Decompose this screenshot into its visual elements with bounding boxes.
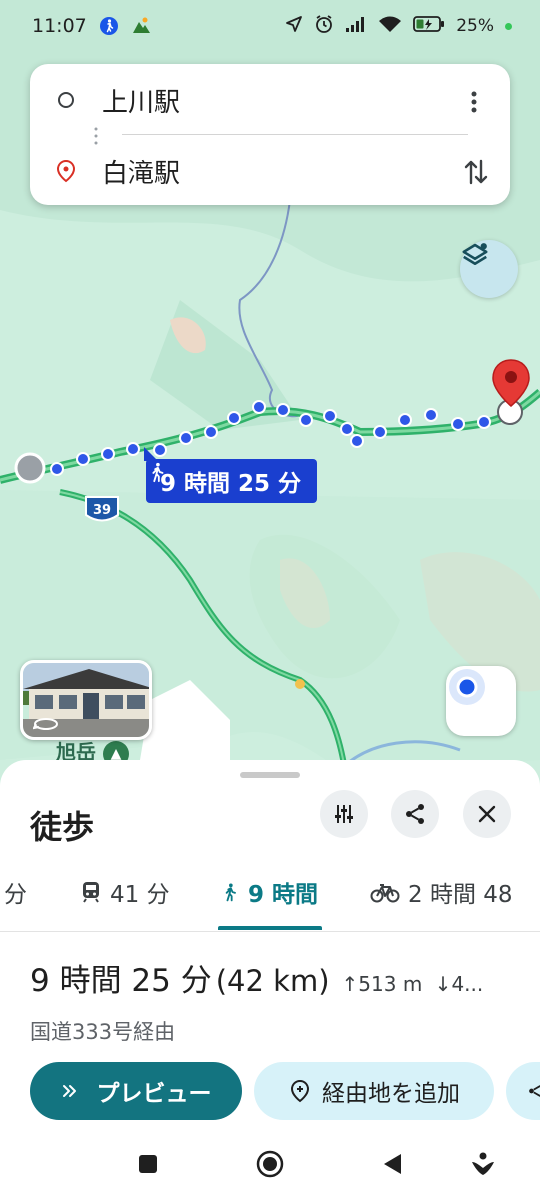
more-vert-icon <box>471 91 477 113</box>
close-icon <box>478 805 496 823</box>
tab-drive[interactable]: 分 <box>4 872 27 912</box>
route-via: 国道333号経由 <box>30 1020 176 1044</box>
battery-percent: 25% <box>456 16 494 36</box>
travel-mode-title: 徒歩 <box>30 808 95 846</box>
route-duration-label[interactable]: 9 時間 25 分 <box>144 447 318 503</box>
travel-mode-tabs: 分 41 分 9 時間 2 時間 48 <box>0 860 540 932</box>
route-options-button[interactable] <box>320 790 368 838</box>
home-circle-icon <box>256 1150 284 1178</box>
close-button[interactable] <box>463 790 511 838</box>
route-distance: (42 km) <box>215 964 330 998</box>
assistant-icon <box>472 1152 494 1175</box>
preview-button[interactable]: プレビュー <box>30 1062 242 1120</box>
share-route-icon <box>529 1085 540 1097</box>
field-divider <box>122 134 468 135</box>
share-button[interactable] <box>391 790 439 838</box>
my-location-button[interactable] <box>446 666 516 736</box>
add-location-icon <box>290 1079 310 1103</box>
directions-search-card: 上川駅 白滝駅 <box>30 64 510 205</box>
add-stop-button[interactable]: 経由地を追加 <box>254 1062 494 1120</box>
bicycle-icon <box>370 884 400 903</box>
hiking-app-icon <box>131 16 151 36</box>
road-shield-39: 39 <box>85 496 119 522</box>
double-chevron-icon <box>62 1085 76 1097</box>
alarm-icon <box>314 14 334 39</box>
destination-text: 白滝駅 <box>102 158 181 189</box>
destination-pin-icon[interactable] <box>491 358 531 428</box>
status-time: 11:07 <box>32 15 87 37</box>
walk-icon <box>152 462 164 483</box>
ascent-value: 513 m <box>358 972 423 996</box>
tab-walk[interactable]: 9 時間 <box>220 872 318 912</box>
descent-arrow-icon: ↓ <box>434 972 452 996</box>
notification-dot-icon <box>505 22 512 30</box>
tab-bicycle[interactable]: 2 時間 48 <box>370 872 513 912</box>
active-tab-indicator <box>218 926 322 930</box>
recents-button[interactable] <box>128 1146 168 1182</box>
battery-icon <box>413 15 445 38</box>
street-view-rotate-icon <box>33 718 58 730</box>
tune-icon <box>335 805 353 823</box>
route-summary: 9 時間 25 分 (42 km) ↑513 m ↓4... <box>30 955 483 1000</box>
assistant-button[interactable] <box>463 1146 503 1182</box>
walking-notification-icon <box>99 16 119 36</box>
walk-icon <box>225 883 236 902</box>
share-route-button[interactable] <box>506 1062 540 1120</box>
sheet-drag-handle[interactable] <box>240 772 300 778</box>
location-arrow-icon <box>285 15 303 38</box>
status-bar: 11:07 25% <box>0 0 540 52</box>
signal-icon <box>345 15 367 38</box>
elevation-info: ↑513 m ↓4... <box>342 972 484 996</box>
wifi-icon <box>378 15 402 38</box>
svg-text:39: 39 <box>93 503 111 518</box>
origin-text: 上川駅 <box>102 87 181 118</box>
origin-field[interactable]: 上川駅 <box>30 70 510 130</box>
origin-circle-icon <box>30 90 102 110</box>
ascent-arrow-icon: ↑ <box>341 972 359 996</box>
route-duration-text: 9 時間 25 分 <box>160 471 302 497</box>
system-nav-bar <box>0 1130 540 1199</box>
train-icon <box>83 882 99 903</box>
more-menu-button[interactable] <box>456 82 492 122</box>
back-button[interactable] <box>372 1146 412 1182</box>
back-triangle-icon <box>384 1154 401 1174</box>
route-duration: 9 時間 25 分 <box>30 963 212 999</box>
swap-vert-icon <box>464 159 488 185</box>
tab-transit[interactable]: 41 分 <box>80 872 170 912</box>
swap-button[interactable] <box>456 152 496 192</box>
destination-pin-small-icon <box>30 159 102 183</box>
descent-value: 4... <box>451 972 484 996</box>
layers-button[interactable] <box>460 240 518 298</box>
street-view-thumbnail[interactable] <box>20 660 152 740</box>
my-location-icon <box>449 669 485 705</box>
home-button[interactable] <box>250 1146 290 1182</box>
share-icon <box>406 804 424 824</box>
layers-icon <box>462 243 488 265</box>
recents-square-icon <box>139 1155 157 1173</box>
destination-field[interactable]: 白滝駅 <box>30 141 510 201</box>
